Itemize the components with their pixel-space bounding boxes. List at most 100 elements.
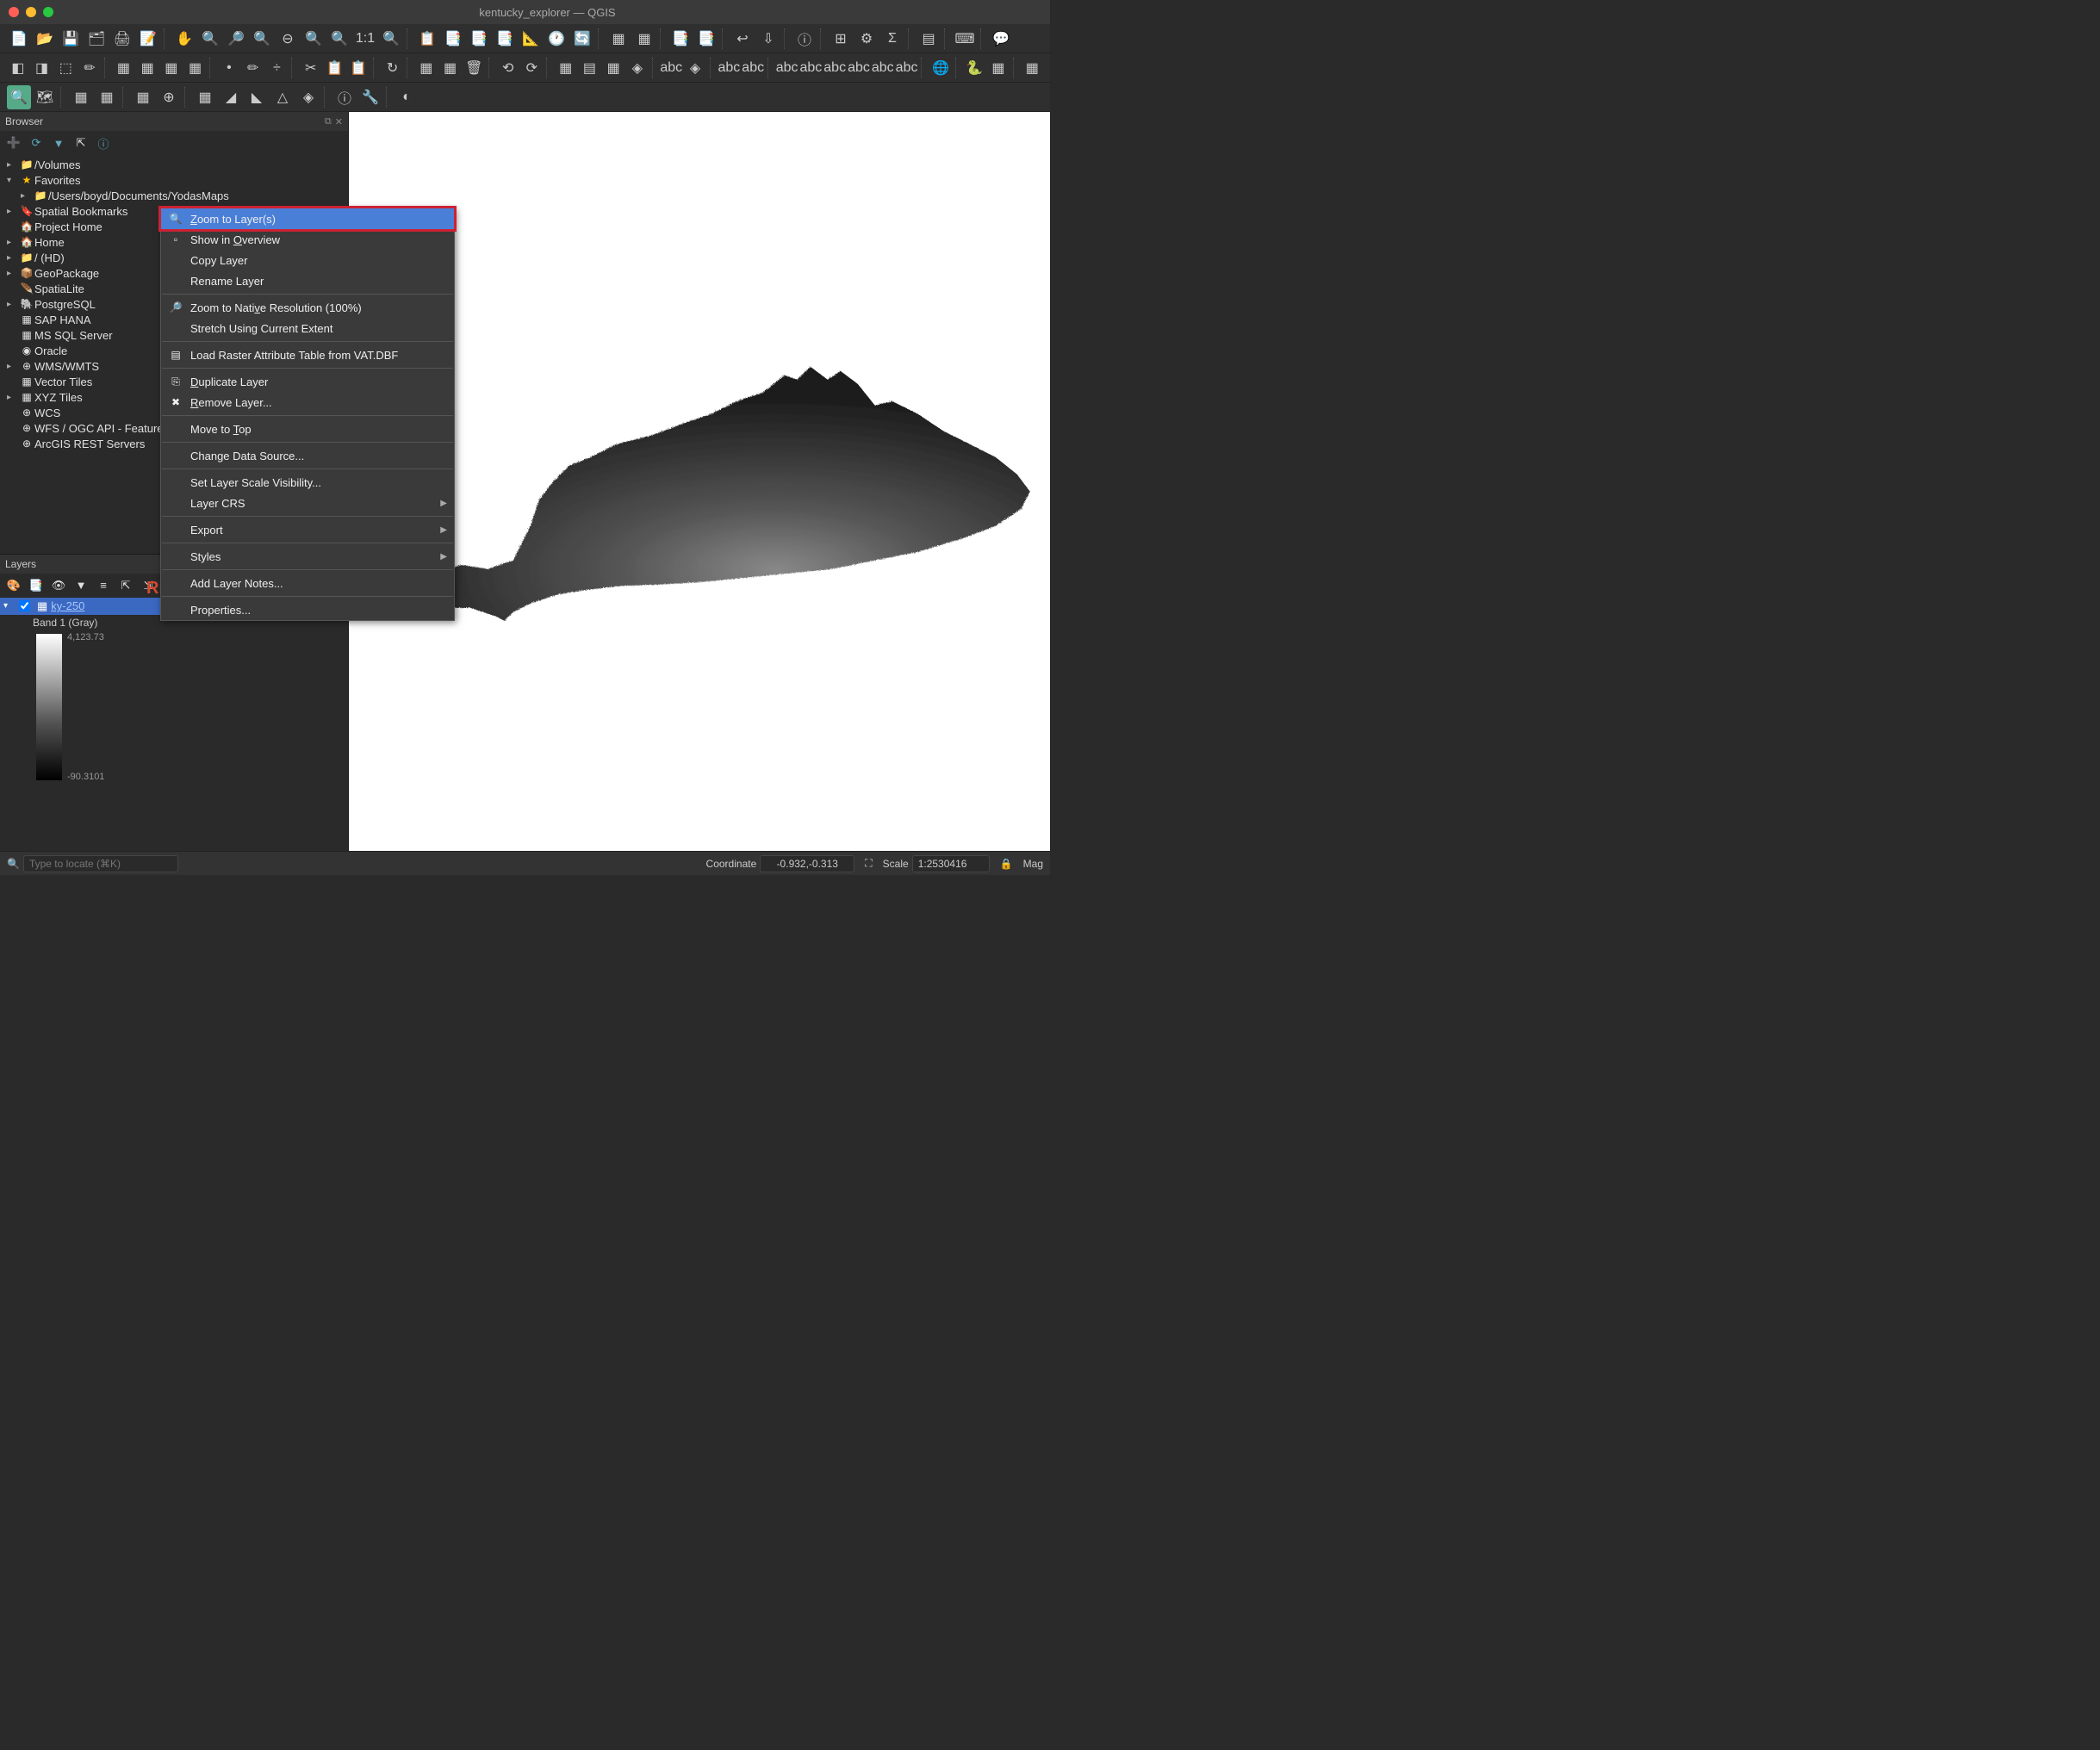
toolbar-button[interactable]: 📑: [441, 27, 465, 51]
context-menu-item[interactable]: Export▶: [161, 519, 454, 540]
toolbar-button[interactable]: 🔍: [301, 27, 326, 51]
toolbar-button[interactable]: ▤: [916, 27, 941, 51]
toolbar-button[interactable]: 🔎: [224, 27, 248, 51]
toolbar-button[interactable]: 📋: [347, 56, 370, 80]
toolbar-button[interactable]: ⬚: [54, 56, 77, 80]
toolbar-button[interactable]: ✏: [242, 56, 264, 80]
toolbar-button[interactable]: ◢: [219, 85, 243, 109]
browser-tree-item[interactable]: ▸📁/Users/boyd/Documents/YodasMaps: [3, 188, 345, 203]
toolbar-button[interactable]: ▦: [602, 56, 624, 80]
toolbar-button[interactable]: ◈: [626, 56, 649, 80]
toolbar-button[interactable]: ÷: [266, 56, 289, 80]
toolbar-button[interactable]: ⊕: [157, 85, 181, 109]
layer-collapse-icon[interactable]: ⇱: [117, 577, 134, 594]
toolbar-button[interactable]: ⓘ: [792, 27, 817, 51]
lock-icon[interactable]: 🔒: [1000, 858, 1013, 870]
layer-name[interactable]: ky-250: [51, 599, 84, 612]
toolbar-button[interactable]: 🔍: [198, 27, 222, 51]
toolbar-button[interactable]: ▦: [606, 27, 631, 51]
toolbar-button[interactable]: abc: [896, 56, 918, 80]
context-menu-item[interactable]: ⎘Duplicate Layer: [161, 371, 454, 392]
context-menu-item[interactable]: Rename Layer: [161, 270, 454, 291]
toolbar-button[interactable]: 📋: [415, 27, 439, 51]
collapse-icon[interactable]: ⇱: [72, 134, 90, 152]
panel-undock-icon[interactable]: ⧉: [325, 116, 332, 127]
context-menu-item[interactable]: Add Layer Notes...: [161, 573, 454, 593]
chevron-icon[interactable]: ▸: [7, 393, 19, 402]
chevron-icon[interactable]: ▸: [7, 269, 19, 278]
toolbar-button[interactable]: ⟲: [497, 56, 519, 80]
toolbar-button[interactable]: abc: [848, 56, 870, 80]
chevron-icon[interactable]: ▸: [7, 207, 19, 216]
browser-tree-item[interactable]: ▸📁/Volumes: [3, 157, 345, 172]
toolbar-button[interactable]: ◨: [31, 56, 53, 80]
toolbar-button[interactable]: ▦: [632, 27, 656, 51]
toolbar-button[interactable]: 🕐: [544, 27, 568, 51]
context-menu-item[interactable]: ▫Show in Overview: [161, 229, 454, 250]
toolbar-button[interactable]: ▦: [69, 85, 93, 109]
toolbar-button[interactable]: abc: [823, 56, 846, 80]
toolbar-button[interactable]: 📑: [668, 27, 693, 51]
context-menu-item[interactable]: 🔎Zoom to Native Resolution (100%): [161, 297, 454, 318]
chevron-down-icon[interactable]: ▾: [3, 601, 16, 611]
toolbar-button[interactable]: ⓘ: [332, 85, 357, 109]
context-menu-item[interactable]: Move to Top: [161, 419, 454, 439]
layer-context-menu[interactable]: 🔍Zoom to Layer(s)▫Show in OverviewCopy L…: [160, 208, 455, 621]
toolbar-button[interactable]: 💬: [989, 27, 1013, 51]
context-menu-item[interactable]: Styles▶: [161, 546, 454, 567]
toolbar-button[interactable]: ⊖: [276, 27, 300, 51]
toolbar-button[interactable]: ⌨: [953, 27, 977, 51]
toolbar-button[interactable]: ◈: [684, 56, 706, 80]
toolbar-button[interactable]: 📄: [7, 27, 31, 51]
toolbar-button[interactable]: ▦: [131, 85, 155, 109]
toolbar-button[interactable]: ✏: [78, 56, 101, 80]
maximize-window-button[interactable]: [43, 7, 53, 17]
toolbar-button[interactable]: ▦: [987, 56, 1010, 80]
toolbar-button[interactable]: ▦: [113, 56, 135, 80]
context-menu-item[interactable]: Properties...: [161, 599, 454, 620]
toolbar-button[interactable]: 1:1: [353, 27, 377, 51]
toolbar-button[interactable]: ▦: [1021, 56, 1043, 80]
context-menu-item[interactable]: Change Data Source...: [161, 445, 454, 466]
toolbar-button[interactable]: 🔍: [379, 27, 403, 51]
context-menu-item[interactable]: Set Layer Scale Visibility...: [161, 472, 454, 493]
toolbar-button[interactable]: ⟳: [521, 56, 544, 80]
toolbar-button[interactable]: 🔧: [358, 85, 382, 109]
toolbar-button[interactable]: 🗑: [463, 56, 485, 80]
toolbar-button[interactable]: ↻: [382, 56, 404, 80]
toolbar-button[interactable]: △: [270, 85, 295, 109]
toolbar-button[interactable]: ⚙: [854, 27, 879, 51]
chevron-icon[interactable]: ▸: [7, 362, 19, 371]
properties-icon[interactable]: ⓘ: [95, 134, 112, 152]
toolbar-button[interactable]: ◐: [395, 85, 419, 109]
toolbar-button[interactable]: ⊞: [829, 27, 853, 51]
toolbar-button[interactable]: ▦: [95, 85, 119, 109]
toolbar-button[interactable]: ▦: [439, 56, 462, 80]
context-menu-item[interactable]: 🔍Zoom to Layer(s): [161, 208, 454, 229]
chevron-icon[interactable]: ▸: [7, 253, 19, 263]
toolbar-button[interactable]: 📑: [694, 27, 718, 51]
toolbar-button[interactable]: ▦: [160, 56, 183, 80]
locate-input[interactable]: [23, 855, 178, 872]
toolbar-button[interactable]: ▦: [555, 56, 577, 80]
toolbar-button[interactable]: ↩: [730, 27, 755, 51]
browser-tree-item[interactable]: ▾★Favorites: [3, 172, 345, 188]
toolbar-button[interactable]: 🔍: [327, 27, 351, 51]
chevron-icon[interactable]: ▸: [7, 300, 19, 309]
toolbar-button[interactable]: 📂: [33, 27, 57, 51]
toolbar-button[interactable]: 📝: [136, 27, 160, 51]
toolbar-button[interactable]: ▦: [193, 85, 217, 109]
toolbar-button[interactable]: 📑: [493, 27, 517, 51]
layer-styling-icon[interactable]: 🎨: [5, 577, 22, 594]
toolbar-button[interactable]: ✂: [300, 56, 322, 80]
toolbar-button[interactable]: 🔍: [250, 27, 274, 51]
toolbar-button[interactable]: ◈: [296, 85, 320, 109]
layer-add-group-icon[interactable]: 📑: [28, 577, 45, 594]
extents-icon[interactable]: ⛶: [865, 857, 872, 870]
toolbar-button[interactable]: 📑: [467, 27, 491, 51]
layer-filter-icon[interactable]: ▼: [72, 577, 90, 594]
chevron-icon[interactable]: ▸: [7, 238, 19, 247]
layer-visibility-checkbox[interactable]: [19, 600, 30, 611]
toolbar-button[interactable]: ▦: [184, 56, 207, 80]
context-menu-item[interactable]: ✖Remove Layer...: [161, 392, 454, 413]
